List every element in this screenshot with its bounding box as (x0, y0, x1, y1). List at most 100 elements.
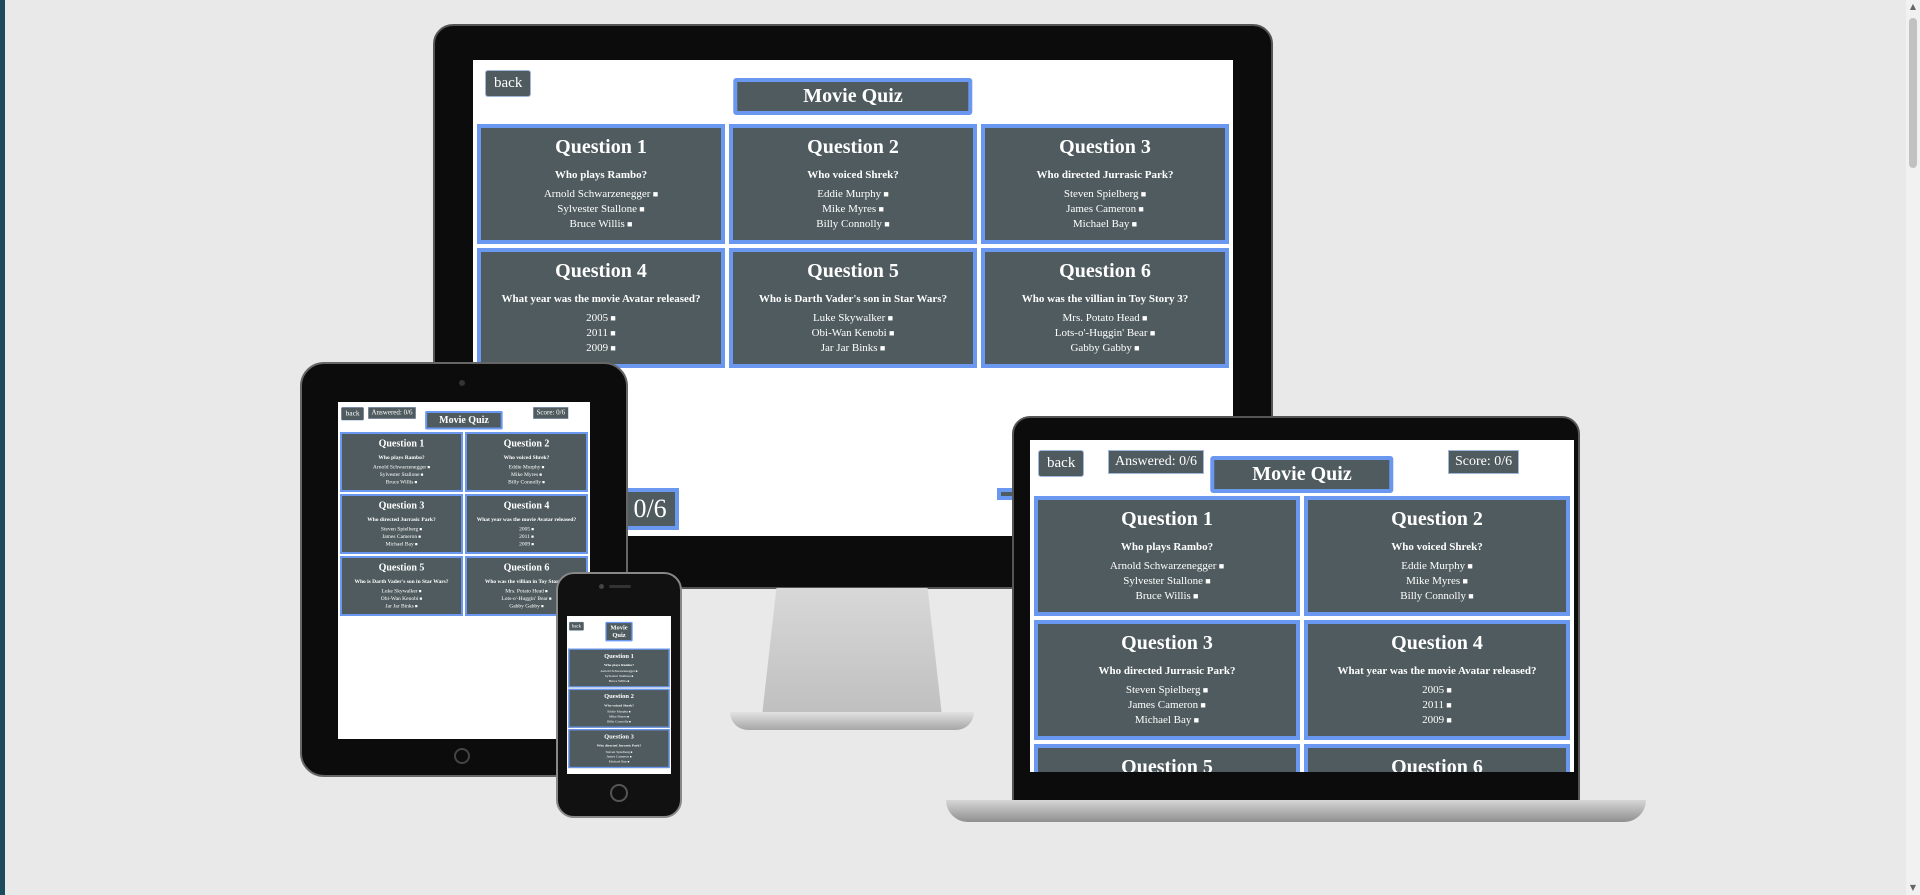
answer-option[interactable]: Billy Connolly (469, 479, 584, 487)
answer-option[interactable]: Arnold Schwarzenegger (344, 464, 459, 472)
question-card: Question 4 What year was the movie Avatar… (465, 494, 588, 554)
question-card: Question 5Who is Darth Vader's son in St… (729, 248, 977, 368)
question-title: Question 1 (604, 652, 634, 660)
answer-option[interactable]: Sylvester Stallone (1042, 574, 1292, 589)
question-text: Who directed Jurrasic Park? (1098, 665, 1236, 677)
answer-option[interactable]: Sylvester Stallone (344, 471, 459, 479)
answer-option[interactable]: Sylvester Stallone (485, 202, 717, 217)
back-button[interactable]: back (1038, 450, 1085, 477)
answer-option[interactable]: James Cameron (1042, 698, 1292, 713)
question-card: Question 3 Who directed Jurrasic Park? Ste… (568, 729, 670, 769)
answer-option[interactable]: 2009 (1312, 713, 1562, 728)
question-grid: Question 1 Who plays Rambo? Arnold Schwarz… (338, 432, 590, 616)
question-card: Question 5Who is Darth Vader's son in St… (1034, 744, 1300, 772)
question-text: Who voiced Shrek? (807, 169, 899, 181)
answer-option[interactable]: 2005 (1312, 683, 1562, 698)
question-title: Question 2 (503, 438, 550, 449)
answer-option[interactable]: 2011 (1312, 698, 1562, 713)
answer-option[interactable]: Michael Bay (344, 541, 459, 549)
answer-option[interactable]: Michael Bay (989, 217, 1221, 232)
answer-option[interactable]: 2005 (485, 311, 717, 326)
tablet-app: back Answered: 0/6 Movie Quiz Score: 0/6… (338, 402, 590, 616)
back-button[interactable]: back (341, 407, 365, 421)
question-text: Who plays Rambo? (378, 454, 425, 461)
answer-option[interactable]: Arnold Schwarzenegger (1042, 559, 1292, 574)
answer-option[interactable]: Michael Bay (571, 759, 667, 764)
scroll-up-icon[interactable]: ▲ (1909, 3, 1917, 11)
question-card: Question 2Who voiced Shrek?Eddie MurphyM… (1304, 496, 1570, 616)
back-button[interactable]: back (568, 621, 585, 631)
answer-option[interactable]: Billy Connolly (571, 719, 667, 724)
answer-option[interactable]: Billy Connolly (1312, 589, 1562, 604)
question-text: Who is Darth Vader's son in Star Wars? (354, 578, 449, 585)
question-text: What year was the movie Avatar released? (1337, 665, 1537, 677)
answer-option[interactable]: James Cameron (989, 202, 1221, 217)
answer-option[interactable]: Steven Spielberg (344, 526, 459, 534)
answer-option[interactable]: Gabby Gabby (989, 341, 1221, 356)
left-edge-strip (0, 0, 5, 895)
answer-option[interactable]: Bruce Willis (344, 479, 459, 487)
scroll-down-icon[interactable]: ▼ (1909, 884, 1917, 892)
answer-option[interactable]: Billy Connolly (737, 217, 969, 232)
question-card: Question 3 Who directed Jurrasic Park? Ste… (340, 494, 463, 554)
question-card: Question 4 What year was the movie Avatar… (1304, 620, 1570, 740)
question-title: Question 6 (1391, 756, 1483, 772)
answer-option[interactable]: Eddie Murphy (469, 464, 584, 472)
question-grid: Question 1 Who plays Rambo? Arnold Schwarz… (473, 124, 1233, 368)
question-title: Question 2 (1391, 508, 1483, 530)
answer-option[interactable]: Obi-Wan Kenobi (344, 595, 459, 603)
answer-option[interactable]: 2011 (485, 326, 717, 341)
app-header: back Movie Quiz (567, 616, 671, 649)
phone-app: back Movie Quiz Question 1 Who plays Ramb… (567, 616, 671, 769)
answer-option[interactable]: Jar Jar Binks (737, 341, 969, 356)
answer-option[interactable]: Bruce Willis (571, 679, 667, 684)
page-scrollbar[interactable]: ▲ ▼ (1906, 0, 1920, 895)
answer-option[interactable]: Bruce Willis (1042, 589, 1292, 604)
question-card: Question 1 Who plays Rambo? Arnold Schwarz… (340, 432, 463, 492)
question-text: Who plays Rambo? (603, 663, 634, 668)
question-grid: Question 1 Who plays Rambo? Arnold Schwarz… (567, 648, 671, 769)
answer-option[interactable]: Steven Spielberg (989, 187, 1221, 202)
answer-option[interactable]: Bruce Willis (485, 217, 717, 232)
answer-option[interactable]: Jar Jar Binks (344, 603, 459, 611)
answer-option[interactable]: Steven Spielberg (1042, 683, 1292, 698)
answer-option[interactable]: James Cameron (344, 533, 459, 541)
answer-option[interactable]: Mike Myres (737, 202, 969, 217)
question-title: Question 1 (555, 136, 647, 158)
question-title: Question 4 (1391, 632, 1483, 654)
answer-option[interactable]: Mike Myres (469, 471, 584, 479)
answer-option[interactable]: Lots-o'-Huggin' Bear (989, 326, 1221, 341)
phone-speaker (609, 585, 631, 588)
answer-option[interactable]: Mike Myres (1312, 574, 1562, 589)
phone-camera (599, 584, 604, 589)
quiz-title: Movie Quiz (1210, 456, 1394, 493)
answer-option[interactable]: Luke Skywalker (344, 588, 459, 596)
back-button[interactable]: back (485, 70, 532, 97)
answer-option[interactable]: Arnold Schwarzenegger (485, 187, 717, 202)
answer-option[interactable]: Michael Bay (1042, 713, 1292, 728)
scrollbar-thumb[interactable] (1909, 18, 1917, 168)
question-card: Question 2Who voiced Shrek?Eddie MurphyM… (465, 432, 588, 492)
app-header: back Movie Quiz (473, 60, 1233, 124)
laptop-app: back Answered: 0/6 Movie Quiz Score: 0/6… (1030, 440, 1574, 772)
tablet-home-button (454, 748, 470, 764)
answer-option[interactable]: Obi-Wan Kenobi (737, 326, 969, 341)
answer-option[interactable]: Eddie Murphy (737, 187, 969, 202)
question-card: Question 3 Who directed Jurrasic Park? Ste… (1034, 620, 1300, 740)
question-card: Question 2Who voiced Shrek?Eddie MurphyM… (568, 688, 670, 728)
answer-option[interactable]: 2009 (485, 341, 717, 356)
phone: back Movie Quiz Question 1 Who plays Ramb… (556, 572, 682, 818)
answer-option[interactable]: 2009 (469, 541, 584, 549)
monitor-neck (762, 588, 942, 716)
answered-counter: Answered: 0/6 (368, 407, 417, 419)
answer-option[interactable]: Eddie Murphy (1312, 559, 1562, 574)
question-title: Question 2 (807, 136, 899, 158)
monitor-base (730, 712, 974, 730)
answer-option[interactable]: 2005 (469, 526, 584, 534)
answer-option[interactable]: Luke Skywalker (737, 311, 969, 326)
question-text: Who was the villian in Toy Story 3? (1021, 293, 1189, 305)
answer-option[interactable]: Mrs. Potato Head (989, 311, 1221, 326)
question-title: Question 3 (378, 500, 425, 511)
answer-option[interactable]: 2011 (469, 533, 584, 541)
question-title: Question 2 (604, 692, 634, 700)
